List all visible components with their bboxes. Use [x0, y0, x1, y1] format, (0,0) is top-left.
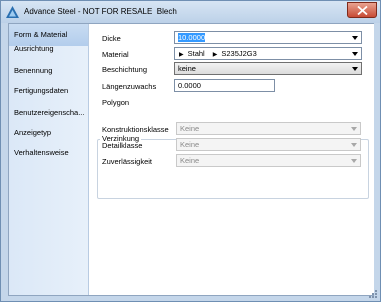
laengenzuwachs-value: 0.0000	[178, 81, 201, 90]
category-sidebar: Form & Material Ausrichtung Benennung Fe…	[9, 24, 89, 295]
detailklasse-label: Detailklasse	[102, 141, 143, 150]
beschichtung-combo[interactable]: keine	[174, 62, 362, 75]
dicke-combo[interactable]: 10.0000	[174, 31, 362, 44]
konstruktionsklasse-value: Keine	[180, 124, 200, 133]
tree-arrow-icon: ▶	[212, 52, 218, 58]
konstruktionsklasse-label: Konstruktionsklasse	[102, 125, 169, 134]
beschichtung-value: keine	[178, 64, 196, 73]
properties-window: Advance Steel - NOT FOR RESALE Blech For…	[0, 0, 381, 302]
sidebar-item-verhaltensweise[interactable]: Verhaltensweise	[9, 142, 88, 164]
dicke-value: 10.0000	[178, 33, 206, 42]
zuverlaessigkeit-label: Zuverlässigkeit	[102, 157, 153, 166]
dialog-body: Form & Material Ausrichtung Benennung Fe…	[8, 23, 374, 296]
chevron-down-icon[interactable]	[351, 143, 357, 147]
material-combo[interactable]: ▶ Stahl ▶ S235J2G3	[174, 47, 362, 60]
material-value: S235J2G3	[221, 49, 257, 58]
sidebar-item-fertigungsdaten[interactable]: Fertigungsdaten	[9, 80, 88, 102]
chevron-down-icon[interactable]	[352, 67, 358, 71]
window-title: Advance Steel - NOT FOR RESALE Blech	[24, 7, 177, 16]
laengenzuwachs-input[interactable]: 0.0000	[174, 79, 275, 92]
polygon-label: Polygon	[102, 98, 130, 107]
chevron-down-icon[interactable]	[351, 127, 357, 131]
konstruktionsklasse-combo[interactable]: Keine	[176, 122, 361, 135]
sidebar-item-benutzereigenschaften[interactable]: Benutzereigenscha...	[9, 102, 88, 124]
sidebar-item-anzeigetyp[interactable]: Anzeigetyp	[9, 122, 88, 144]
material-group: Stahl	[187, 49, 205, 58]
close-button[interactable]	[347, 2, 377, 18]
chevron-down-icon[interactable]	[352, 36, 358, 40]
resize-grip-icon[interactable]	[369, 290, 378, 299]
title-bar[interactable]: Advance Steel - NOT FOR RESALE Blech	[1, 1, 380, 23]
close-icon	[357, 6, 368, 15]
sidebar-item-ausrichtung[interactable]: Ausrichtung	[9, 38, 88, 60]
detailklasse-combo[interactable]: Keine	[176, 138, 361, 151]
material-label: Material	[102, 50, 129, 59]
dicke-label: Dicke	[102, 34, 121, 43]
advance-steel-icon	[6, 6, 19, 18]
zuverlaessigkeit-combo[interactable]: Keine	[176, 154, 361, 167]
sidebar-item-benennung[interactable]: Benennung	[9, 60, 88, 82]
laengenzuwachs-label: Längenzuwachs	[102, 82, 157, 91]
form-material-panel: Dicke 10.0000 Material ▶ Stahl ▶ S235J2G3 B…	[90, 24, 374, 295]
detailklasse-value: Keine	[180, 140, 200, 149]
beschichtung-label: Beschichtung	[102, 65, 148, 74]
tree-arrow-icon: ▶	[179, 52, 184, 58]
chevron-down-icon[interactable]	[351, 159, 357, 163]
zuverlaessigkeit-value: Keine	[180, 156, 200, 165]
chevron-down-icon[interactable]	[352, 52, 358, 56]
